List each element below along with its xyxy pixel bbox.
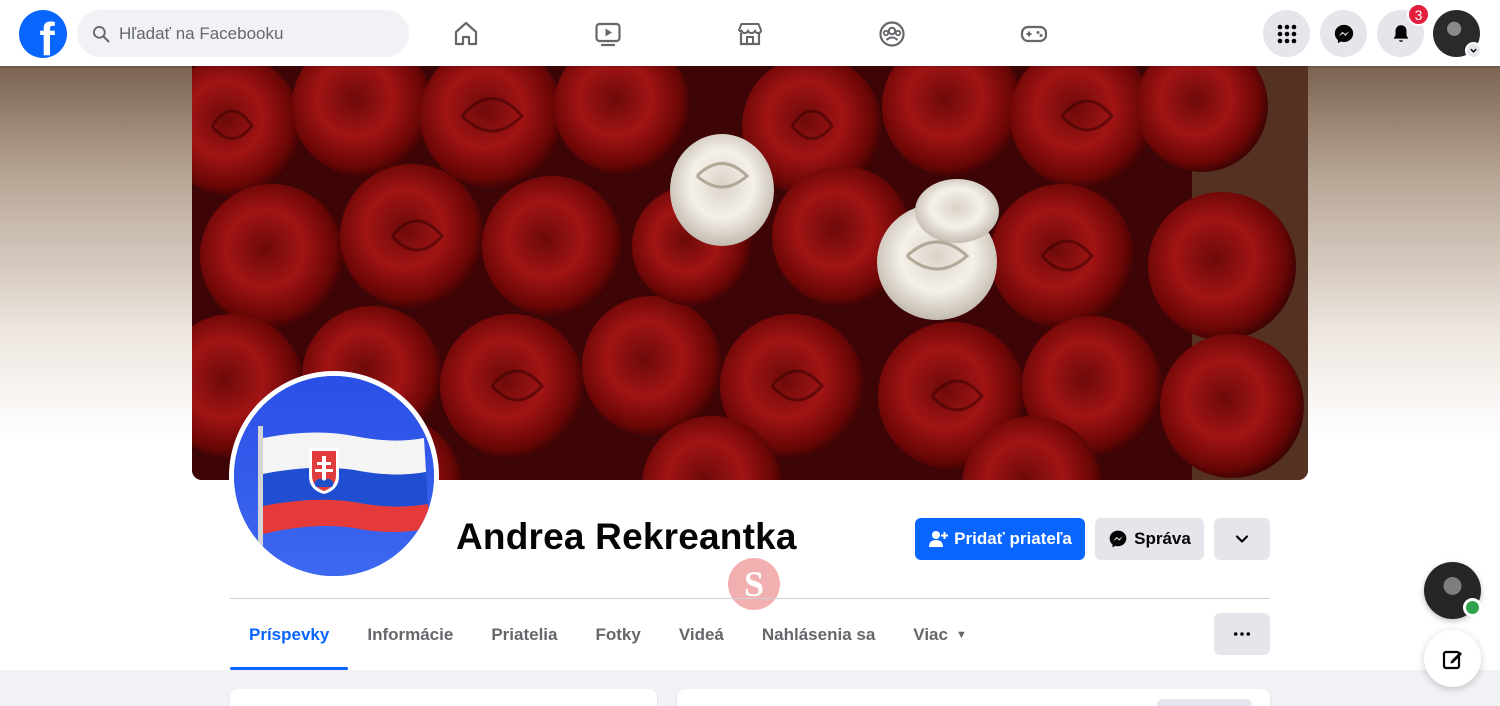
search-input[interactable] (119, 23, 389, 44)
filters-button[interactable] (1157, 699, 1252, 706)
intro-card (230, 689, 657, 706)
message-button[interactable]: Správa (1095, 518, 1204, 560)
add-friend-icon (929, 531, 949, 547)
chevron-down-icon (1235, 535, 1249, 543)
search-box[interactable] (77, 10, 409, 57)
groups-icon[interactable] (872, 14, 912, 54)
gaming-icon[interactable] (1014, 14, 1054, 54)
facebook-logo[interactable]: f (19, 10, 67, 58)
more-actions-button[interactable] (1214, 518, 1270, 560)
menu-grid-icon (1277, 24, 1296, 43)
add-friend-label: Pridať priateľa (954, 529, 1072, 548)
top-navigation-bar: f 3 (0, 0, 1500, 66)
profile-picture[interactable] (229, 371, 439, 581)
messenger-icon (1334, 24, 1353, 43)
compose-icon (1442, 650, 1462, 669)
messenger-icon (1109, 530, 1127, 548)
more-horizontal-icon (1233, 632, 1251, 636)
notification-count-badge: 3 (1407, 3, 1430, 26)
tabs-overflow-button[interactable] (1214, 613, 1270, 655)
add-friend-button[interactable]: Pridať priateľa (915, 518, 1085, 560)
tab-photos[interactable]: Fotky (576, 600, 659, 670)
posts-card (677, 689, 1270, 706)
message-label: Správa (1134, 529, 1191, 548)
tab-more[interactable]: Viac ▼ (894, 600, 986, 670)
chevron-down-icon[interactable] (1465, 42, 1482, 59)
watch-icon[interactable] (588, 14, 628, 54)
profile-name: Andrea Rekreantka (456, 516, 797, 557)
caret-down-icon: ▼ (955, 629, 967, 641)
search-icon (93, 25, 110, 42)
tab-check-ins[interactable]: Nahlásenia sa (743, 600, 894, 670)
tab-about[interactable]: Informácie (348, 600, 472, 670)
divider (230, 598, 1270, 599)
messenger-button[interactable] (1320, 10, 1367, 57)
home-icon[interactable] (446, 14, 486, 54)
marketplace-icon[interactable] (730, 14, 770, 54)
tab-friends[interactable]: Priatelia (472, 600, 576, 670)
notifications-icon (1393, 24, 1408, 42)
tab-videos[interactable]: Videá (660, 600, 743, 670)
tab-posts[interactable]: Príspevky (230, 600, 349, 670)
new-message-button[interactable] (1424, 630, 1481, 687)
menu-grid-button[interactable] (1263, 10, 1310, 57)
profile-tabs: Príspevky Informácie Priatelia Fotky Vid… (230, 600, 986, 670)
online-status-indicator (1463, 598, 1482, 617)
